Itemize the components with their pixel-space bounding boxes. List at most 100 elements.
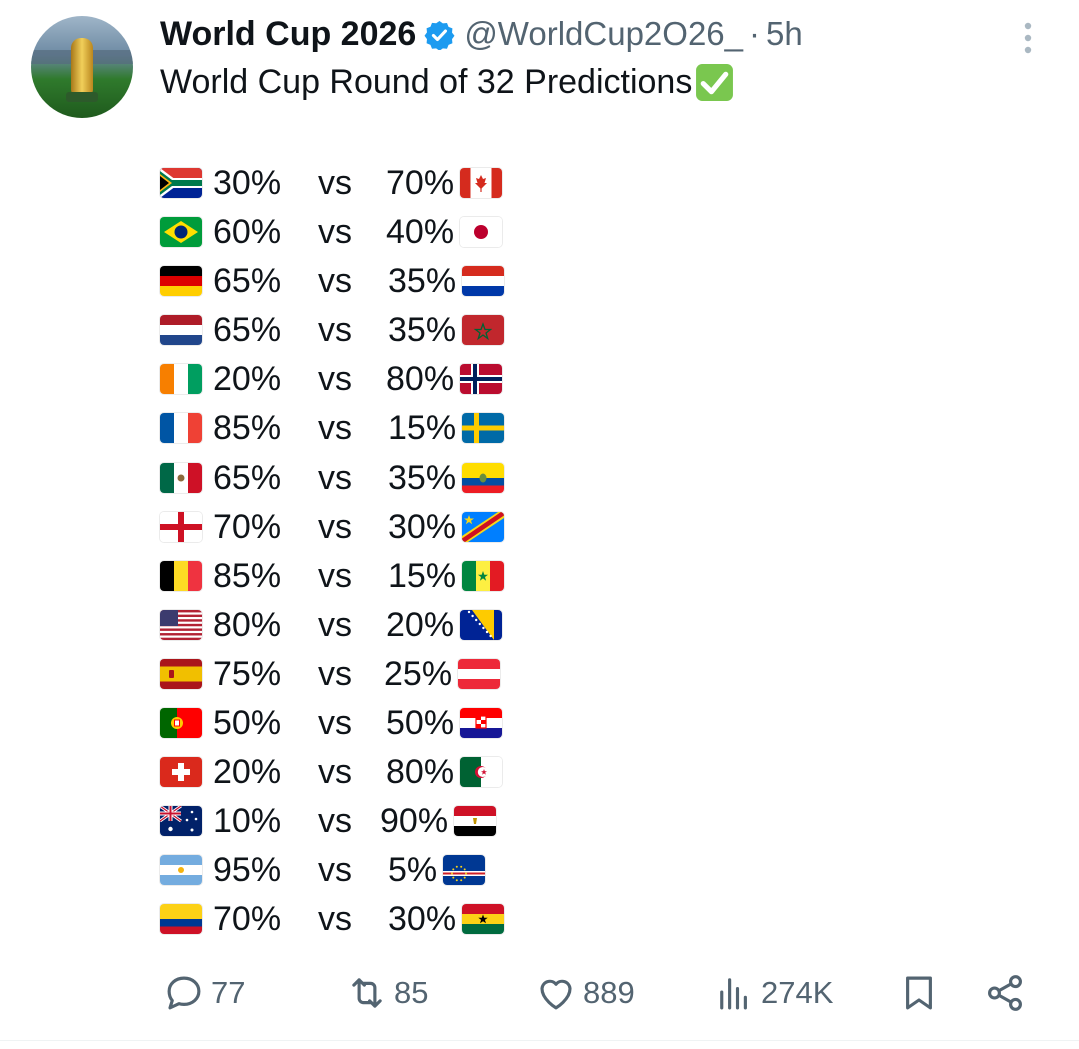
views-count: 274K: [761, 975, 834, 1010]
prediction-row: 70% vs 30%: [160, 504, 560, 553]
home-percentage: 30%: [213, 164, 282, 202]
prediction-row: 65% vs 35%: [160, 307, 560, 356]
home-percentage: 65%: [213, 262, 282, 301]
flag-egypt-icon: [454, 806, 496, 837]
versus-label: vs: [318, 654, 352, 693]
flag-austria-icon: [458, 658, 500, 689]
flag-australia-icon: [160, 806, 202, 837]
versus-label: vs: [318, 851, 352, 890]
home-percentage: 70%: [213, 900, 282, 939]
home-percentage: 75%: [213, 654, 282, 693]
prediction-row: 60% vs 40%: [160, 209, 560, 258]
flag-england-icon: [160, 511, 202, 542]
prediction-row: 85% vs 15%: [160, 405, 560, 454]
home-percentage: 65%: [213, 458, 282, 497]
versus-label: vs: [318, 409, 352, 448]
tweet-time[interactable]: 5h: [766, 15, 803, 53]
flag-paraguay-icon: [462, 266, 504, 297]
more-options-icon[interactable]: [1016, 18, 1040, 58]
away-percentage: 50%: [386, 704, 455, 743]
away-percentage: 15%: [388, 556, 457, 595]
author-avatar[interactable]: [31, 16, 133, 118]
away-percentage: 20%: [386, 605, 455, 644]
flag-ghana-icon: [462, 904, 504, 935]
prediction-row: 20% vs 80%: [160, 356, 560, 405]
flag-ivory-coast-icon: [160, 364, 202, 395]
away-percentage: 35%: [388, 311, 457, 350]
flag-cape-verde-icon: [443, 855, 485, 886]
away-percentage: 35%: [388, 262, 457, 301]
tweet-header: World Cup 2026 @WorldCup2O26_ · 5h: [160, 12, 803, 56]
prediction-row: 85% vs 15%: [160, 553, 560, 602]
home-percentage: 85%: [213, 409, 282, 448]
prediction-row: 20% vs 80%: [160, 749, 560, 798]
versus-label: vs: [318, 360, 352, 399]
flag-bosnia-and-herzegovina-icon: [460, 609, 502, 640]
verified-badge-icon[interactable]: [424, 19, 455, 50]
separator-dot: ·: [749, 15, 761, 52]
prediction-row: 75% vs 25%: [160, 651, 560, 700]
flag-france-icon: [160, 413, 202, 444]
flag-portugal-icon: [160, 708, 202, 739]
prediction-row: 95% vs 5%: [160, 847, 560, 896]
reply-icon: [167, 976, 201, 1010]
versus-label: vs: [318, 753, 352, 792]
home-percentage: 80%: [213, 605, 282, 644]
flag-senegal-icon: [462, 560, 504, 591]
home-percentage: 95%: [213, 851, 282, 890]
prediction-row: 70% vs 30%: [160, 896, 560, 945]
flag-sweden-icon: [462, 413, 504, 444]
versus-label: vs: [318, 556, 352, 595]
away-percentage: 30%: [388, 507, 457, 546]
home-percentage: 20%: [213, 753, 282, 792]
away-percentage: 80%: [386, 753, 455, 792]
versus-label: vs: [318, 704, 352, 743]
prediction-row: 10% vs 90%: [160, 798, 560, 847]
flag-belgium-icon: [160, 560, 202, 591]
views-button[interactable]: 274K: [713, 966, 833, 1020]
tweet-text: World Cup Round of 32 Predictions: [160, 62, 735, 103]
flag-mexico-icon: [160, 462, 202, 493]
home-percentage: 70%: [213, 507, 282, 546]
bookmark-button[interactable]: [898, 966, 940, 1020]
away-percentage: 5%: [388, 851, 438, 890]
flag-japan-icon: [460, 217, 502, 248]
flag-norway-icon: [460, 364, 502, 395]
flag-netherlands-icon: [160, 315, 202, 346]
author-handle[interactable]: @WorldCup2O26_: [464, 15, 743, 53]
flag-germany-icon: [160, 266, 202, 297]
versus-label: vs: [318, 164, 352, 202]
versus-label: vs: [318, 311, 352, 350]
away-percentage: 40%: [386, 213, 455, 252]
versus-label: vs: [318, 262, 352, 301]
share-icon: [988, 975, 1022, 1011]
flag-spain-icon: [160, 658, 202, 689]
reply-button[interactable]: 77: [163, 966, 245, 1020]
repost-count: 85: [394, 975, 429, 1010]
flag-south-africa-icon: [160, 168, 202, 198]
versus-label: vs: [318, 605, 352, 644]
like-button[interactable]: 889: [535, 966, 635, 1020]
like-count: 889: [583, 975, 635, 1010]
avatar-trophy: [71, 38, 93, 94]
versus-label: vs: [318, 507, 352, 546]
share-button[interactable]: [984, 966, 1026, 1020]
away-percentage: 70%: [386, 164, 455, 202]
versus-label: vs: [318, 900, 352, 939]
author-name[interactable]: World Cup 2026: [160, 15, 416, 54]
away-percentage: 25%: [384, 654, 453, 693]
flag-morocco-icon: [462, 315, 504, 346]
avatar-trophy-base: [66, 92, 98, 102]
like-icon: [540, 979, 572, 1010]
flag-ecuador-icon: [462, 462, 504, 493]
tweet-actions: 77 85 889 274K: [0, 966, 1079, 1020]
prediction-row: 30% vs 70%: [160, 160, 560, 209]
repost-icon: [352, 978, 382, 1008]
flag-colombia-icon: [160, 904, 202, 935]
away-percentage: 15%: [388, 409, 457, 448]
repost-button[interactable]: 85: [346, 966, 428, 1020]
versus-label: vs: [318, 213, 352, 252]
home-percentage: 50%: [213, 704, 282, 743]
tweet-divider: [0, 1040, 1079, 1041]
reply-count: 77: [211, 975, 246, 1010]
